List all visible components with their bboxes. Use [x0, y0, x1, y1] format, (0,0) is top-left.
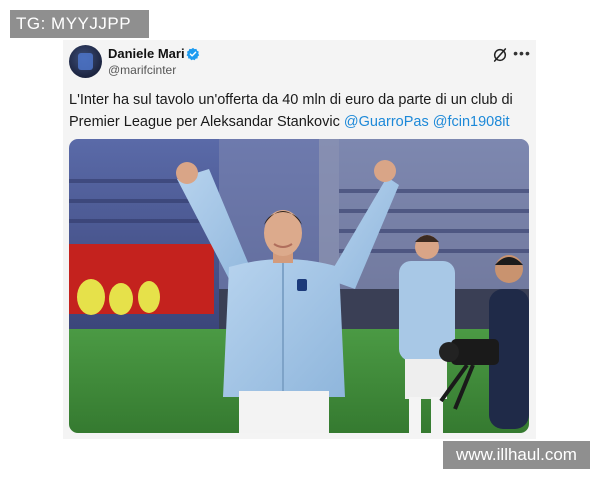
tweet-text: L'Inter ha sul tavolo un'offerta da 40 m…: [69, 89, 529, 133]
player-celebrating-photo: [69, 139, 529, 433]
mention-link[interactable]: @GuarroPas: [344, 114, 429, 130]
telegram-watermark: TG: MYYJJPP: [10, 10, 149, 38]
mention-link[interactable]: @fcin1908it: [433, 114, 510, 130]
more-options-icon[interactable]: •••: [513, 45, 531, 61]
tweet-card[interactable]: Daniele Mari @marifcinter ••• L'Inter ha…: [63, 40, 536, 439]
author-name[interactable]: Daniele Mari: [108, 46, 185, 61]
author-avatar[interactable]: [69, 45, 102, 78]
site-watermark: www.illhaul.com: [443, 441, 590, 469]
tweet-photo[interactable]: [69, 139, 529, 433]
verified-badge-icon: [186, 47, 200, 61]
grok-icon[interactable]: [492, 47, 508, 63]
author-handle[interactable]: @marifcinter: [108, 63, 176, 77]
